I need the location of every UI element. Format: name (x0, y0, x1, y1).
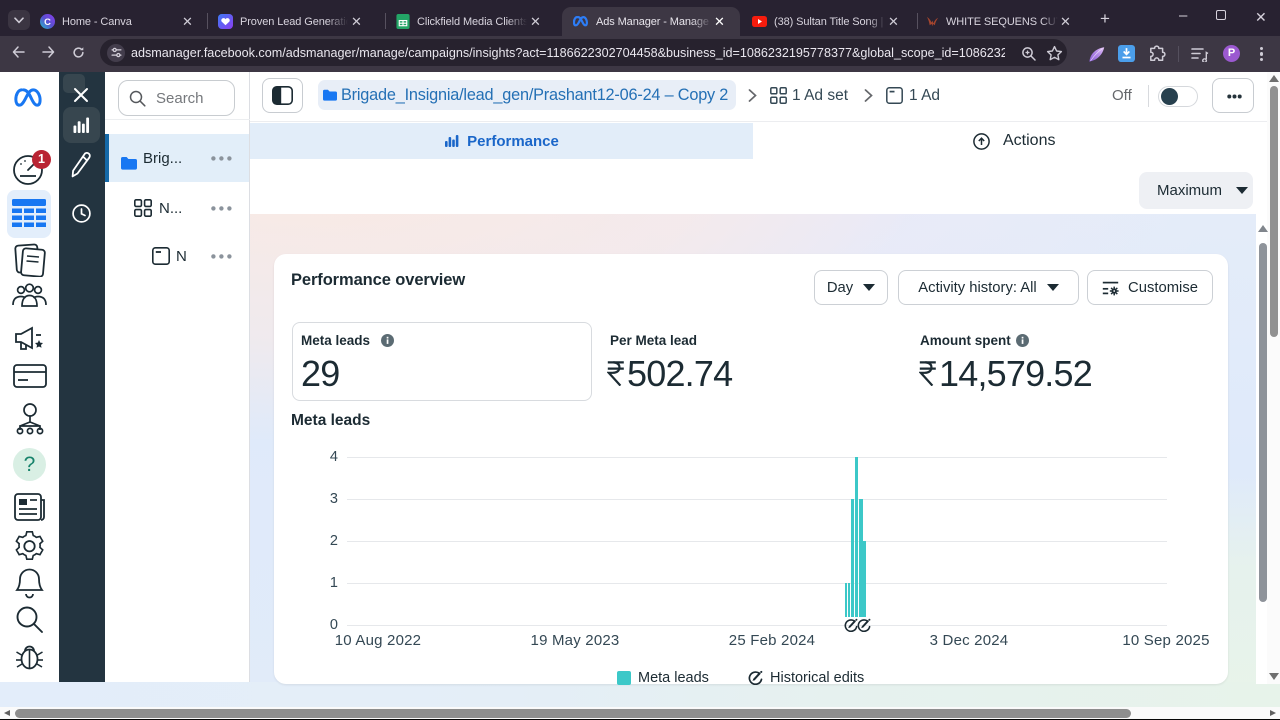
svg-text:C: C (44, 17, 51, 27)
